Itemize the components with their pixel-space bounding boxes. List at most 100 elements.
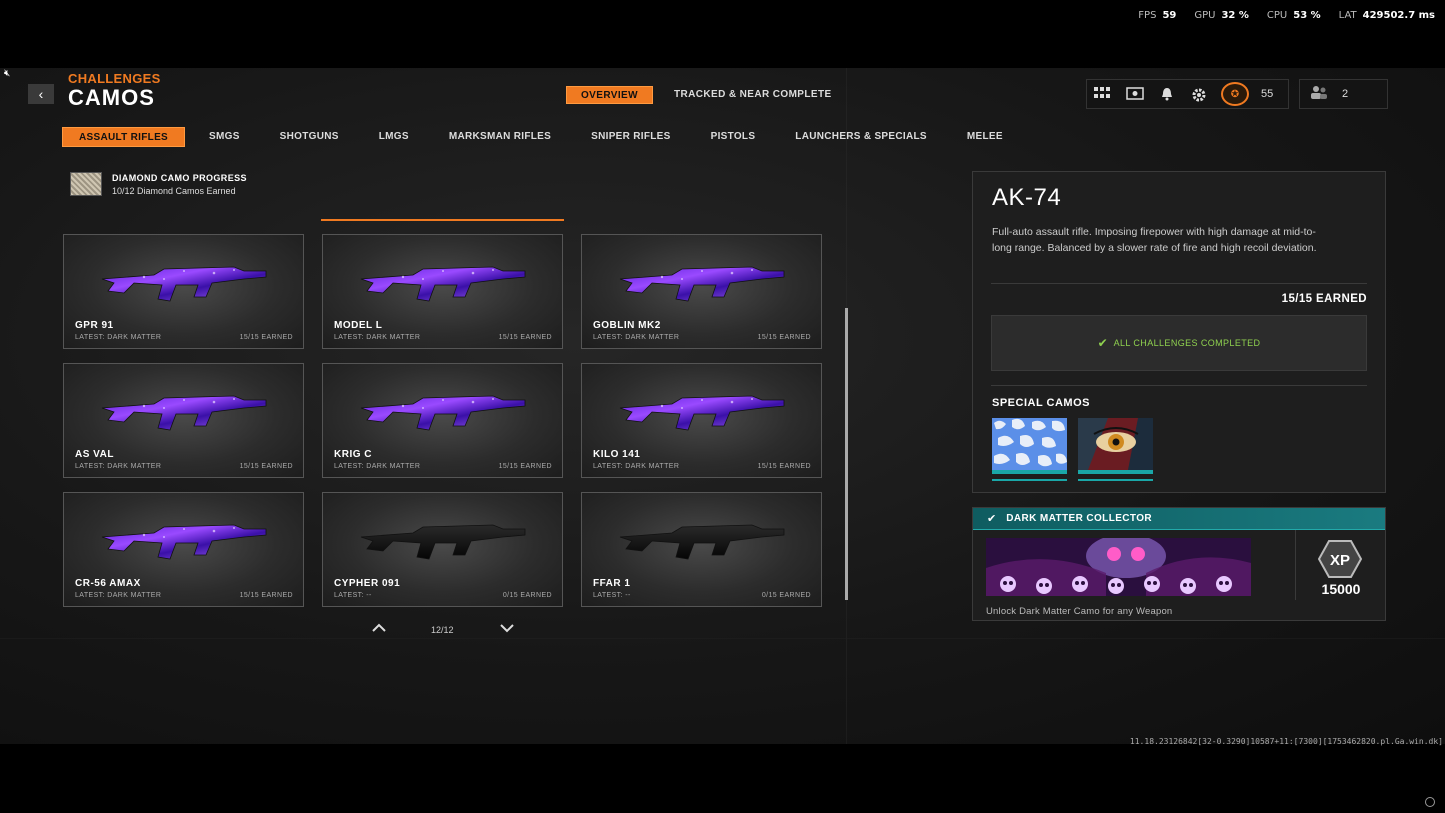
weapon-latest-camo: LATEST: --: [593, 592, 631, 599]
bottom-bar: [0, 744, 1445, 813]
weapon-earned: 15/15 EARNED: [757, 463, 811, 470]
player-level: 55: [1261, 88, 1274, 100]
category-marksman-rifles[interactable]: MARKSMAN RIFLES: [433, 127, 567, 147]
weapon-earned-count: 15/15 EARNED: [1281, 293, 1367, 305]
camo-underline: [1078, 479, 1153, 481]
divider: [991, 385, 1367, 386]
weapon-card[interactable]: KILO 141 LATEST: DARK MATTER 15/15 EARNED: [581, 363, 822, 478]
collector-title: DARK MATTER COLLECTOR: [1006, 513, 1153, 524]
grid-icon[interactable]: [1093, 87, 1113, 101]
weapon-name: CR-56 AMAX: [75, 578, 141, 589]
category-melee[interactable]: MELEE: [951, 127, 1019, 147]
bell-icon[interactable]: [1157, 87, 1177, 101]
weapon-image: [360, 266, 526, 302]
check-icon: ✔: [987, 513, 997, 525]
category-launchers-specials[interactable]: LAUNCHERS & SPECIALS: [779, 127, 943, 147]
weapon-card[interactable]: KRIG C LATEST: DARK MATTER 15/15 EARNED: [322, 363, 563, 478]
pager: 12/12: [370, 622, 516, 638]
weapon-card[interactable]: CR-56 AMAX LATEST: DARK MATTER 15/15 EARNE…: [63, 492, 304, 607]
weapon-name: KILO 141: [593, 449, 641, 460]
diamond-progress-title: DIAMOND CAMO PROGRESS: [112, 173, 247, 183]
weapon-earned: 15/15 EARNED: [498, 334, 552, 341]
page-down-button[interactable]: [498, 622, 516, 638]
diamond-camo-thumbnail: [70, 172, 102, 196]
weapon-latest-camo: LATEST: DARK MATTER: [75, 334, 162, 341]
weapon-name: FFAR 1: [593, 578, 631, 589]
ticket-icon[interactable]: [1125, 87, 1145, 101]
gear-icon[interactable]: [1189, 87, 1209, 102]
weapon-earned: 15/15 EARNED: [757, 334, 811, 341]
rank-badge-icon[interactable]: ✪: [1221, 82, 1249, 106]
category-lmgs[interactable]: LMGS: [363, 127, 425, 147]
collector-artwork: [986, 538, 1251, 596]
weapon-card[interactable]: GOBLIN MK2 LATEST: DARK MATTER 15/15 EARNE…: [581, 234, 822, 349]
category-smgs[interactable]: SMGS: [193, 127, 256, 147]
challenge-status-box: ✔ ALL CHALLENGES COMPLETED: [991, 315, 1367, 371]
weapon-detail-description: Full-auto assault rifle. Imposing firepo…: [992, 226, 1317, 254]
special-camo-blue-pattern[interactable]: [992, 418, 1067, 474]
weapon-card[interactable]: GPR 91 LATEST: DARK MATTER 15/15 EARNED: [63, 234, 304, 349]
weapon-image: [101, 395, 267, 431]
page-subtitle: CHALLENGES: [68, 71, 161, 86]
weapon-image: [360, 395, 526, 431]
fps-stat: FPS 59: [1138, 10, 1177, 21]
perf-overlay: FPS 59 GPU 32 % CPU 53 % LAT 429502.7 ms: [0, 0, 1445, 68]
weapon-latest-camo: LATEST: --: [334, 592, 372, 599]
weapon-name: GOBLIN MK2: [593, 320, 661, 331]
weapon-image: [619, 524, 785, 560]
perf-stats: FPS 59 GPU 32 % CPU 53 % LAT 429502.7 ms: [1138, 10, 1435, 21]
dark-matter-collector-card[interactable]: ✔ DARK MATTER COLLECTOR XP 15000 Unlock …: [972, 507, 1386, 621]
focus-indicator: [321, 219, 564, 221]
page-title: CAMOS: [68, 85, 155, 110]
weapon-latest-camo: LATEST: DARK MATTER: [593, 334, 680, 341]
mute-icon: 🔇︎: [4, 68, 11, 79]
party-count: 2: [1342, 88, 1349, 100]
cpu-stat: CPU 53 %: [1266, 10, 1321, 21]
collector-description: Unlock Dark Matter Camo for any Weapon: [986, 606, 1173, 617]
weapon-name: KRIG C: [334, 449, 372, 460]
weapon-card[interactable]: AS VAL LATEST: DARK MATTER 15/15 EARNED: [63, 363, 304, 478]
category-sniper-rifles[interactable]: SNIPER RIFLES: [575, 127, 686, 147]
weapon-image: [619, 395, 785, 431]
weapon-earned: 0/15 EARNED: [502, 592, 552, 599]
weapon-name: GPR 91: [75, 320, 114, 331]
weapon-card[interactable]: CYPHER 091 LATEST: -- 0/15 EARNED: [322, 492, 563, 607]
weapon-detail-title: AK-74: [992, 184, 1062, 211]
tab-tracked[interactable]: TRACKED & NEAR COMPLETE: [660, 86, 846, 104]
weapon-name: MODEL L: [334, 320, 383, 331]
weapon-name: AS VAL: [75, 449, 114, 460]
collector-header: ✔ DARK MATTER COLLECTOR: [973, 508, 1385, 530]
svg-text:XP: XP: [1330, 552, 1350, 569]
weapon-earned: 15/15 EARNED: [239, 463, 293, 470]
weapon-latest-camo: LATEST: DARK MATTER: [593, 463, 680, 470]
weapon-name: CYPHER 091: [334, 578, 401, 589]
weapon-latest-camo: LATEST: DARK MATTER: [75, 592, 162, 599]
weapon-detail-panel: AK-74 Full-auto assault rifle. Imposing …: [972, 171, 1386, 493]
camo-underline: [992, 479, 1067, 481]
category-assault-rifles[interactable]: ASSAULT RIFLES: [62, 127, 186, 147]
build-string: 11.18.23126842[32-0.3290]10587+11:[7300]…: [1129, 737, 1443, 746]
grid-scrollbar[interactable]: [845, 308, 848, 600]
weapon-latest-camo: LATEST: DARK MATTER: [75, 463, 162, 470]
weapon-image: [360, 524, 526, 560]
weapon-latest-camo: LATEST: DARK MATTER: [334, 463, 421, 470]
weapon-earned: 0/15 EARNED: [761, 592, 811, 599]
weapon-card[interactable]: MODEL L LATEST: DARK MATTER 15/15 EARNED: [322, 234, 563, 349]
weapon-card[interactable]: FFAR 1 LATEST: -- 0/15 EARNED: [581, 492, 822, 607]
hud-toolbar: ✪ 55: [1086, 79, 1289, 109]
party-box[interactable]: 2: [1299, 79, 1388, 109]
gpu-stat: GPU 32 %: [1194, 10, 1249, 21]
tab-overview[interactable]: OVERVIEW: [566, 86, 653, 104]
chevron-left-icon: ‹: [38, 86, 44, 102]
category-shotguns[interactable]: SHOTGUNS: [264, 127, 355, 147]
xp-reward: XP 15000: [1295, 530, 1385, 600]
divider: [991, 283, 1367, 284]
weapon-earned: 15/15 EARNED: [239, 334, 293, 341]
special-camo-eye-art[interactable]: [1078, 418, 1153, 474]
party-icon: [1310, 85, 1328, 104]
weapon-image: [619, 266, 785, 302]
category-pistols[interactable]: PISTOLS: [695, 127, 772, 147]
back-button[interactable]: ‹: [28, 84, 54, 104]
xp-amount: 15000: [1321, 581, 1361, 597]
page-up-button[interactable]: [370, 622, 388, 638]
